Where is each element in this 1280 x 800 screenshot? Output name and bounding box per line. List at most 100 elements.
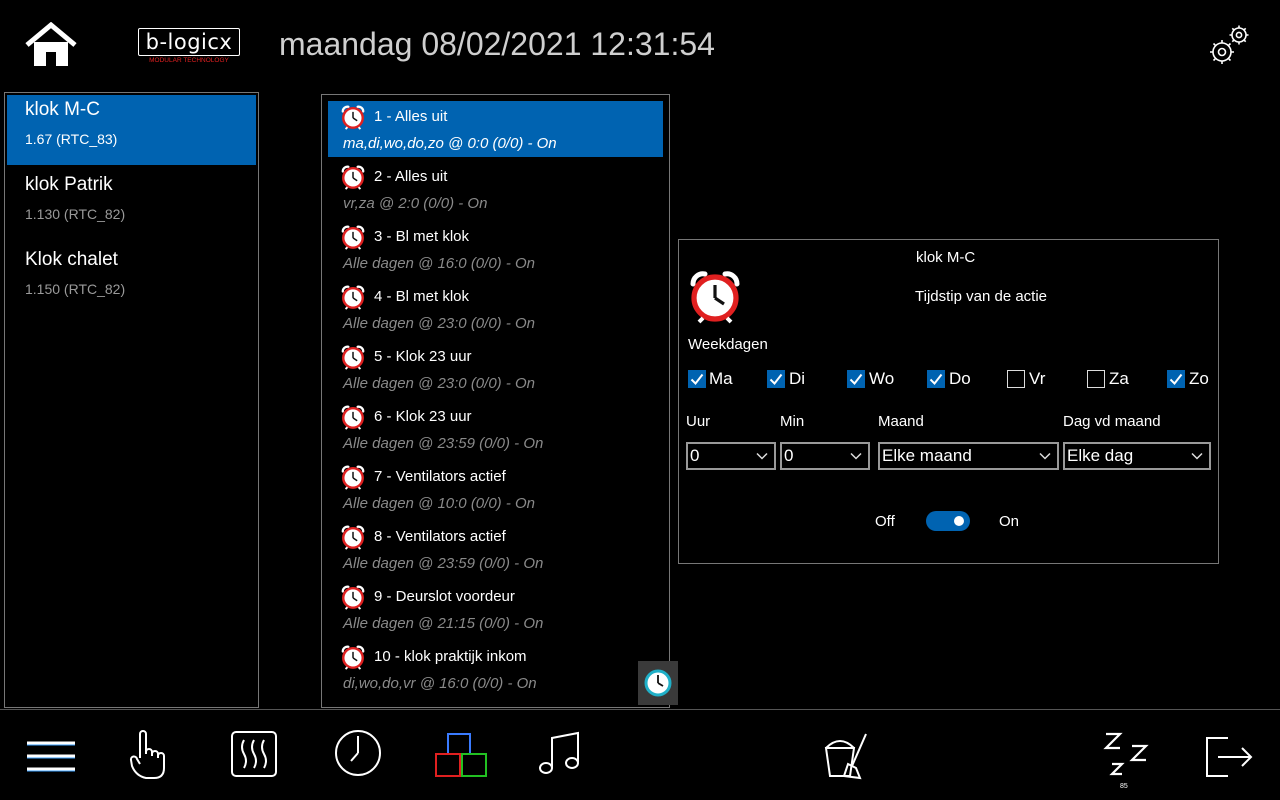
- music-note-icon[interactable]: [538, 730, 582, 778]
- alarm-clock-icon: [687, 268, 743, 324]
- home-icon[interactable]: [24, 22, 78, 68]
- month-value: Elke maand: [882, 446, 972, 465]
- cleaning-bucket-icon[interactable]: [820, 730, 870, 780]
- hour-value: 0: [690, 446, 700, 465]
- day-label: Di: [789, 369, 806, 388]
- chevron-down-icon: [1039, 450, 1051, 462]
- schedule-description: Alle dagen @ 23:0 (0/0) - On: [343, 315, 535, 332]
- day-label: Zo: [1189, 369, 1209, 388]
- minute-value: 0: [784, 446, 794, 465]
- schedule-list-panel: 1 - Alles uit ma,di,wo,do,zo @ 0:0 (0/0)…: [321, 94, 670, 708]
- schedule-description: Alle dagen @ 23:59 (0/0) - On: [343, 435, 544, 452]
- chevron-down-icon: [1191, 450, 1203, 462]
- heating-icon[interactable]: [230, 730, 278, 778]
- device-list-panel: klok M-C 1.67 (RTC_83) klok Patrik 1.130…: [4, 92, 259, 708]
- day-label: Do: [949, 369, 971, 388]
- alarm-clock-icon: [340, 524, 366, 550]
- month-select[interactable]: Elke maand: [878, 442, 1059, 470]
- alarm-clock-icon: [340, 344, 366, 370]
- alarm-clock-icon: [340, 104, 366, 130]
- day-of-month-select[interactable]: Elke dag: [1063, 442, 1211, 470]
- header: b-logicx MODULAR TECHNOLOGY maandag 08/0…: [0, 0, 1280, 92]
- schedule-item[interactable]: 3 - Bl met klok Alle dagen @ 16:0 (0/0) …: [328, 221, 663, 277]
- chevron-down-icon: [756, 450, 768, 462]
- month-label: Maand: [878, 413, 924, 430]
- logout-icon[interactable]: [1204, 730, 1254, 780]
- schedule-description: Alle dagen @ 10:0 (0/0) - On: [343, 495, 535, 512]
- schedule-description: Alle dagen @ 23:0 (0/0) - On: [343, 375, 535, 392]
- schedule-item[interactable]: 9 - Deurslot voordeur Alle dagen @ 21:15…: [328, 581, 663, 637]
- device-name: Klok chalet: [25, 249, 118, 270]
- schedule-description: Alle dagen @ 16:0 (0/0) - On: [343, 255, 535, 272]
- device-item[interactable]: Klok chalet 1.150 (RTC_82): [7, 245, 256, 315]
- current-datetime: maandag 08/02/2021 12:31:54: [279, 26, 715, 62]
- device-item[interactable]: klok Patrik 1.130 (RTC_82): [7, 170, 256, 240]
- hour-label: Uur: [686, 413, 711, 430]
- schedule-title: 9 - Deurslot voordeur: [374, 588, 515, 605]
- touch-hand-icon[interactable]: [128, 728, 168, 782]
- sleep-mode-icon[interactable]: [1102, 730, 1150, 780]
- logo-subtitle: MODULAR TECHNOLOGY: [149, 57, 229, 64]
- checkbox-wo[interactable]: [847, 370, 865, 388]
- minute-label: Min: [780, 413, 805, 430]
- sleep-badge: 85: [1120, 783, 1128, 790]
- modules-cubes-icon[interactable]: [434, 732, 488, 778]
- schedule-description: ma,di,wo,do,zo @ 0:0 (0/0) - On: [343, 135, 557, 152]
- schedule-title: 3 - Bl met klok: [374, 228, 470, 245]
- schedule-description: Alle dagen @ 23:59 (0/0) - On: [343, 555, 544, 572]
- day-label: Wo: [869, 369, 895, 388]
- schedule-title: 2 - Alles uit: [374, 168, 448, 185]
- device-address: 1.67 (RTC_83): [25, 131, 118, 147]
- day-label: Ma: [709, 369, 733, 388]
- on-off-toggle[interactable]: [926, 511, 970, 531]
- chevron-down-icon: [850, 450, 862, 462]
- schedule-item[interactable]: 7 - Ventilators actief Alle dagen @ 10:0…: [328, 461, 663, 517]
- alarm-clock-icon: [340, 404, 366, 430]
- settings-gear-icon[interactable]: [1206, 22, 1252, 68]
- schedule-title: 4 - Bl met klok: [374, 288, 470, 305]
- checkbox-za[interactable]: [1087, 370, 1105, 388]
- add-schedule-button[interactable]: [638, 661, 678, 705]
- schedule-title: 7 - Ventilators actief: [374, 468, 506, 485]
- schedule-title: 1 - Alles uit: [374, 108, 448, 125]
- weekdays-label: Weekdagen: [688, 336, 768, 353]
- day-label: Vr: [1029, 369, 1046, 388]
- device-name: klok M-C: [25, 99, 100, 120]
- logo-text: b-logicx: [138, 28, 240, 56]
- clock-icon: [644, 669, 672, 697]
- schedule-item[interactable]: 6 - Klok 23 uur Alle dagen @ 23:59 (0/0)…: [328, 401, 663, 457]
- hour-select[interactable]: 0: [686, 442, 776, 470]
- checkbox-vr[interactable]: [1007, 370, 1025, 388]
- alarm-clock-icon: [340, 584, 366, 610]
- menu-icon[interactable]: [26, 740, 76, 772]
- schedule-item[interactable]: 1 - Alles uit ma,di,wo,do,zo @ 0:0 (0/0)…: [328, 101, 663, 157]
- device-address: 1.130 (RTC_82): [25, 206, 126, 222]
- schedule-title: 6 - Klok 23 uur: [374, 408, 472, 425]
- alarm-clock-icon: [340, 464, 366, 490]
- day-label: Za: [1109, 369, 1129, 388]
- alarm-clock-icon: [340, 224, 366, 250]
- schedule-item[interactable]: 4 - Bl met klok Alle dagen @ 23:0 (0/0) …: [328, 281, 663, 337]
- clock-icon[interactable]: [333, 728, 383, 778]
- alarm-clock-icon: [340, 284, 366, 310]
- checkbox-zo[interactable]: [1167, 370, 1185, 388]
- device-address: 1.150 (RTC_82): [25, 281, 126, 297]
- detail-subtitle: Tijdstip van de actie: [915, 288, 1048, 305]
- schedule-item[interactable]: 2 - Alles uit vr,za @ 2:0 (0/0) - On: [328, 161, 663, 217]
- schedule-item[interactable]: 8 - Ventilators actief Alle dagen @ 23:5…: [328, 521, 663, 577]
- minute-select[interactable]: 0: [780, 442, 870, 470]
- schedule-item[interactable]: 10 - klok praktijk inkom di,wo,do,vr @ 1…: [328, 641, 663, 697]
- checkbox-do[interactable]: [927, 370, 945, 388]
- toggle-on-label: On: [999, 513, 1020, 530]
- schedule-description: vr,za @ 2:0 (0/0) - On: [343, 195, 488, 212]
- alarm-clock-icon: [340, 164, 366, 190]
- day-of-month-value: Elke dag: [1067, 446, 1134, 465]
- toggle-knob: [954, 516, 964, 526]
- checkbox-di[interactable]: [767, 370, 785, 388]
- detail-device-name: klok M-C: [916, 249, 976, 266]
- device-name: klok Patrik: [25, 174, 113, 195]
- checkbox-ma[interactable]: [688, 370, 706, 388]
- schedule-title: 5 - Klok 23 uur: [374, 348, 472, 365]
- schedule-item[interactable]: 5 - Klok 23 uur Alle dagen @ 23:0 (0/0) …: [328, 341, 663, 397]
- device-item[interactable]: klok M-C 1.67 (RTC_83): [7, 95, 256, 165]
